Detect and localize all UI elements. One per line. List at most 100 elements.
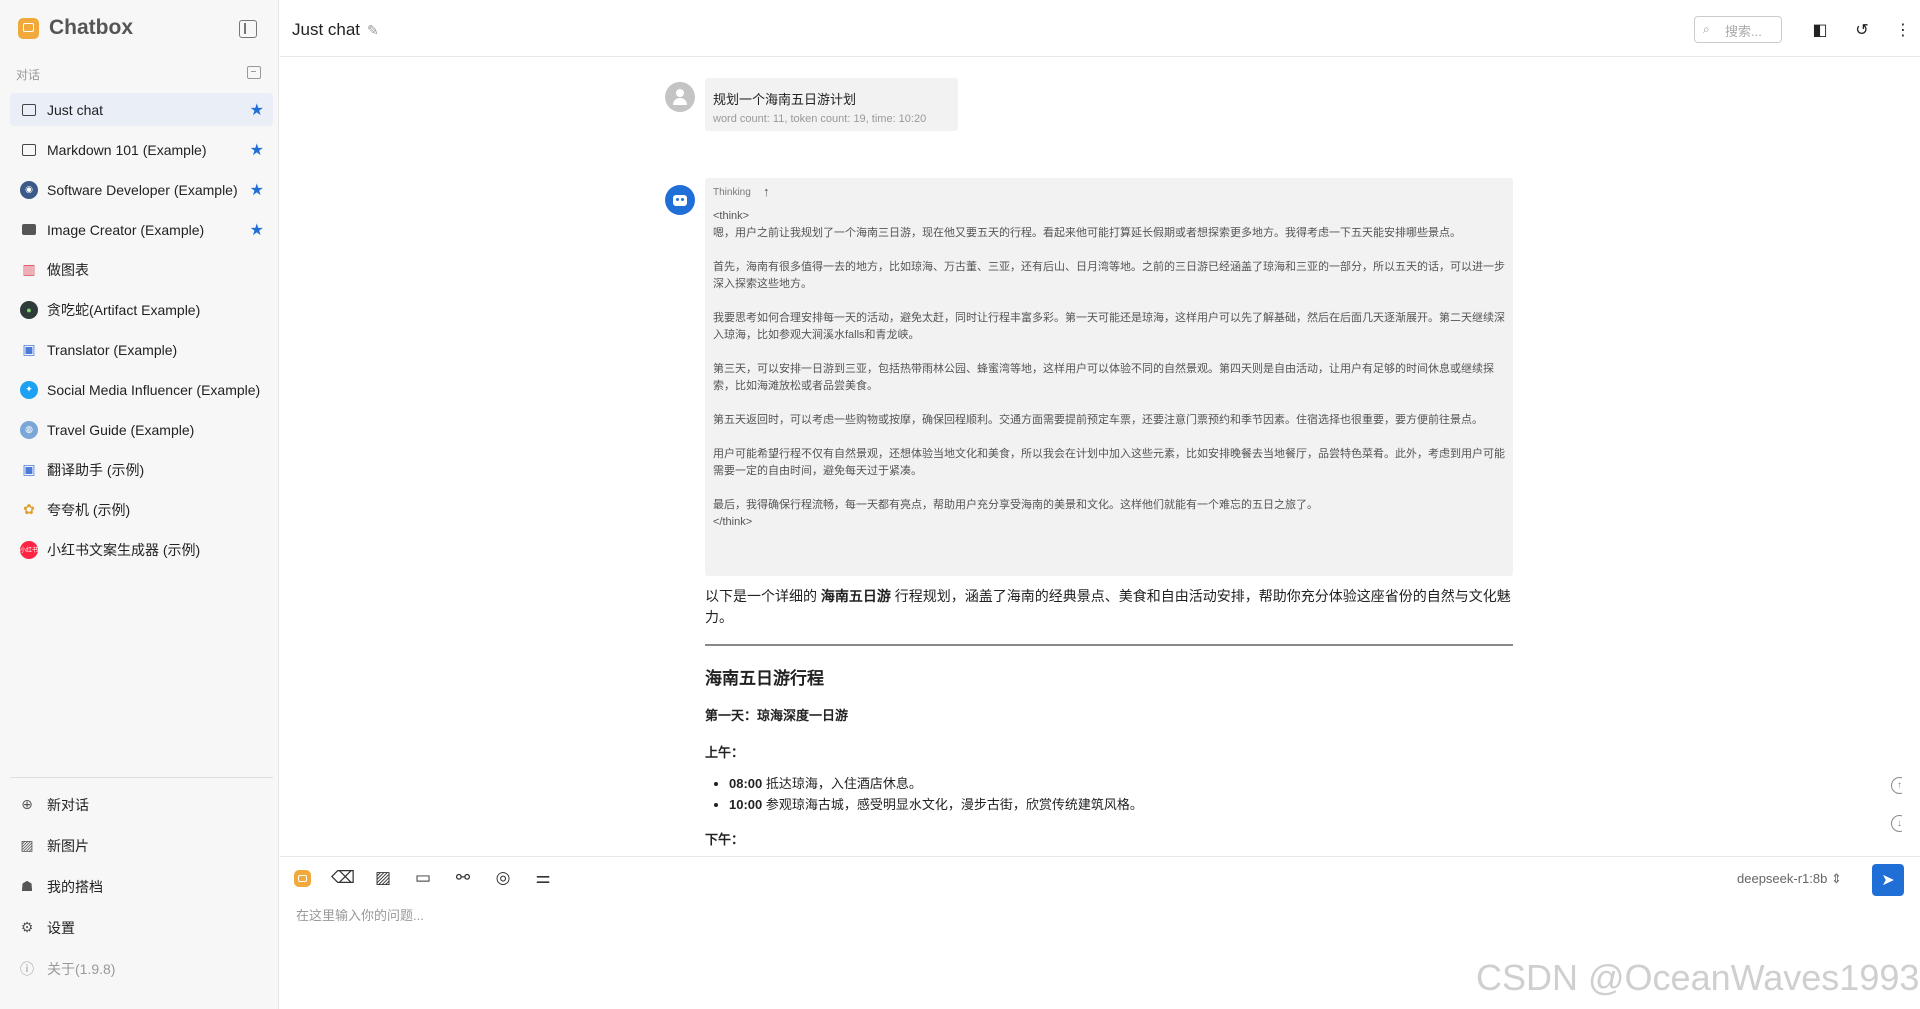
- conversation-item-chart[interactable]: ▥ 做图表: [10, 253, 273, 286]
- conversation-item-social-media[interactable]: ✦ Social Media Influencer (Example): [10, 373, 273, 406]
- afternoon-label: 下午：: [705, 832, 745, 847]
- scroll-to-bottom-icon[interactable]: ↓: [1891, 815, 1902, 832]
- conversation-label: Image Creator (Example): [47, 221, 205, 238]
- conversation-label: 翻译助手 (示例): [47, 461, 145, 478]
- assistant-avatar-icon: [665, 185, 695, 215]
- image-plus-icon: ▨: [20, 837, 34, 853]
- chat-bubble-icon: [22, 143, 36, 156]
- conversation-item-software-developer[interactable]: ◉ Software Developer (Example) ★: [10, 173, 273, 206]
- conversation-label: Software Developer (Example): [47, 181, 238, 198]
- think-paragraph: 用户可能希望行程不仅有自然景观，还想体验当地文化和美食，所以我会在计划中加入这些…: [713, 448, 1505, 477]
- conversation-item-travel-guide[interactable]: ◍ Travel Guide (Example): [10, 413, 273, 446]
- xiaohongshu-avatar-icon: 小红书: [20, 540, 38, 559]
- think-paragraph: 首先，海南有很多值得一去的地方，比如琼海、万古董、三亚，还有后山、日月湾等地。之…: [713, 261, 1505, 290]
- chatbox-logo-icon[interactable]: [294, 870, 311, 887]
- star-icon[interactable]: ★: [250, 220, 264, 240]
- conversation-item-snake[interactable]: ● 贪吃蛇(Artifact Example): [10, 293, 273, 326]
- user-avatar-icon: [665, 82, 695, 112]
- new-chat-label: 新对话: [47, 796, 89, 813]
- conversation-item-markdown-101[interactable]: Markdown 101 (Example) ★: [10, 133, 273, 166]
- conversation-label: Just chat: [47, 101, 104, 118]
- divider: [705, 644, 1513, 646]
- developer-avatar-icon: ◉: [20, 180, 38, 199]
- about-button[interactable]: ⓘ 关于(1.9.8): [10, 948, 273, 989]
- archive-icon[interactable]: [247, 66, 261, 79]
- send-button[interactable]: ➤: [1872, 864, 1904, 896]
- globe-icon[interactable]: ◎: [492, 867, 514, 889]
- chat-title: Just chat: [292, 20, 361, 39]
- settings-label: 设置: [47, 919, 75, 936]
- image-icon: [22, 224, 36, 235]
- search-icon: ⌕: [1703, 22, 1710, 36]
- my-partners-button[interactable]: ☗ 我的搭档: [10, 866, 273, 907]
- itinerary-heading: 海南五日游行程: [705, 669, 824, 688]
- collapse-sidebar-icon[interactable]: [239, 20, 257, 38]
- chat-bubble-icon: [22, 103, 36, 116]
- conversation-label: 夸夸机 (示例): [47, 501, 131, 518]
- thinking-content: <think> 嗯，用户之前让我规划了一个海南三日游，现在他又要五天的行程。看起…: [713, 208, 1508, 531]
- globe-avatar-icon: ◍: [20, 420, 38, 439]
- message-meta: word count: 11, token count: 19, time: 1…: [713, 113, 927, 125]
- edit-title-icon[interactable]: ✎: [367, 22, 379, 39]
- think-paragraph: 我要思考如何合理安排每一天的活动，避免太赶，同时让行程丰富多彩。第一天可能还是琼…: [713, 312, 1505, 341]
- conversation-item-just-chat[interactable]: Just chat ★: [10, 93, 273, 126]
- think-paragraph: 第三天，可以安排一日游到三亚，包括热带雨林公园、蜂蜜湾等地，这样用户可以体验不同…: [713, 363, 1494, 392]
- conversation-label: 小红书文案生成器 (示例): [47, 541, 201, 558]
- conversation-item-xiaohongshu[interactable]: 小红书 小红书文案生成器 (示例): [10, 533, 273, 566]
- praise-avatar-icon: ✿: [23, 501, 35, 517]
- new-chat-button[interactable]: ⊕ 新对话: [10, 784, 273, 825]
- conversation-item-translator[interactable]: ▣ Translator (Example): [10, 333, 273, 366]
- search-box[interactable]: ⌕: [1694, 16, 1782, 43]
- list-item: 08:00 抵达琼海，入住酒店休息。: [729, 773, 1513, 794]
- search-input[interactable]: [1723, 21, 1781, 41]
- split-view-icon[interactable]: ◧: [1810, 20, 1830, 40]
- settings-sliders-icon[interactable]: ⚌: [532, 867, 554, 889]
- conversation-label: 做图表: [47, 261, 89, 278]
- plus-circle-icon: ⊕: [21, 796, 33, 812]
- conversation-label: Travel Guide (Example): [47, 421, 195, 438]
- image-upload-icon[interactable]: ▨: [372, 867, 394, 889]
- more-vertical-icon[interactable]: ⋮: [1893, 20, 1913, 40]
- star-icon[interactable]: ★: [250, 100, 264, 120]
- app-name: Chatbox: [49, 16, 133, 39]
- chart-avatar-icon: ▥: [22, 261, 36, 277]
- message-input[interactable]: [294, 903, 1798, 927]
- my-partners-label: 我的搭档: [47, 878, 103, 895]
- user-message: 规划一个海南五日游计划 word count: 11, token count:…: [705, 78, 958, 131]
- think-paragraph: 最后，我得确保行程流畅，每一天都有亮点，帮助用户充分享受海南的美景和文化。这样他…: [713, 499, 1318, 511]
- eraser-icon[interactable]: ⌫: [331, 867, 355, 889]
- think-close-tag: </think>: [713, 516, 753, 528]
- collapse-thinking-icon[interactable]: ↑: [763, 184, 770, 199]
- history-icon[interactable]: ↺: [1852, 20, 1872, 40]
- link-icon[interactable]: ⚯: [452, 867, 474, 889]
- star-icon[interactable]: ★: [250, 140, 264, 160]
- settings-button[interactable]: ⚙ 设置: [10, 907, 273, 948]
- think-paragraph: 嗯，用户之前让我规划了一个海南三日游，现在他又要五天的行程。看起来他可能打算延长…: [713, 227, 1461, 239]
- section-label: 对话: [16, 68, 41, 82]
- robot-icon: ☗: [20, 878, 34, 894]
- conversation-item-praise[interactable]: ✿ 夸夸机 (示例): [10, 493, 273, 526]
- sidebar-bottom-menu: ⊕ 新对话 ▨ 新图片 ☗ 我的搭档 ⚙ 设置 ⓘ 关于(1.9.8): [10, 777, 273, 989]
- brand: Chatbox: [18, 16, 133, 40]
- conversation-label: Translator (Example): [47, 341, 178, 358]
- think-paragraph: 第五天返回时，可以考虑一些购物或按摩，确保回程顺利。交通方面需要提前预定车票，还…: [713, 414, 1483, 426]
- scroll-to-top-icon[interactable]: ↑: [1891, 777, 1902, 794]
- folder-icon[interactable]: ▭: [412, 867, 434, 889]
- star-icon[interactable]: ★: [250, 180, 264, 200]
- conversation-item-image-creator[interactable]: Image Creator (Example) ★: [10, 213, 273, 246]
- conversation-list: Just chat ★ Markdown 101 (Example) ★ ◉ S…: [10, 93, 273, 573]
- info-icon: ⓘ: [20, 960, 34, 977]
- about-label: 关于(1.9.8): [47, 960, 116, 977]
- gear-icon: ⚙: [20, 919, 34, 935]
- conversation-label: Social Media Influencer (Example): [47, 381, 261, 398]
- model-selector[interactable]: deepseek-r1:8b ⇕: [1737, 871, 1842, 887]
- user-message-text: 规划一个海南五日游计划: [713, 92, 857, 107]
- conversation-label: Markdown 101 (Example): [47, 141, 207, 158]
- conversation-item-translate-helper[interactable]: ▣ 翻译助手 (示例): [10, 453, 273, 486]
- translator-avatar-icon: ▣: [22, 461, 36, 477]
- new-image-button[interactable]: ▨ 新图片: [10, 825, 273, 866]
- list-item: 10:00 参观琼海古城，感受明显水文化，漫步古街，欣赏传统建筑风格。: [729, 794, 1513, 815]
- morning-list: 08:00 抵达琼海，入住酒店休息。 10:00 参观琼海古城，感受明显水文化，…: [705, 773, 1513, 815]
- thinking-label: Thinking: [713, 187, 751, 198]
- twitter-avatar-icon: ✦: [20, 380, 38, 399]
